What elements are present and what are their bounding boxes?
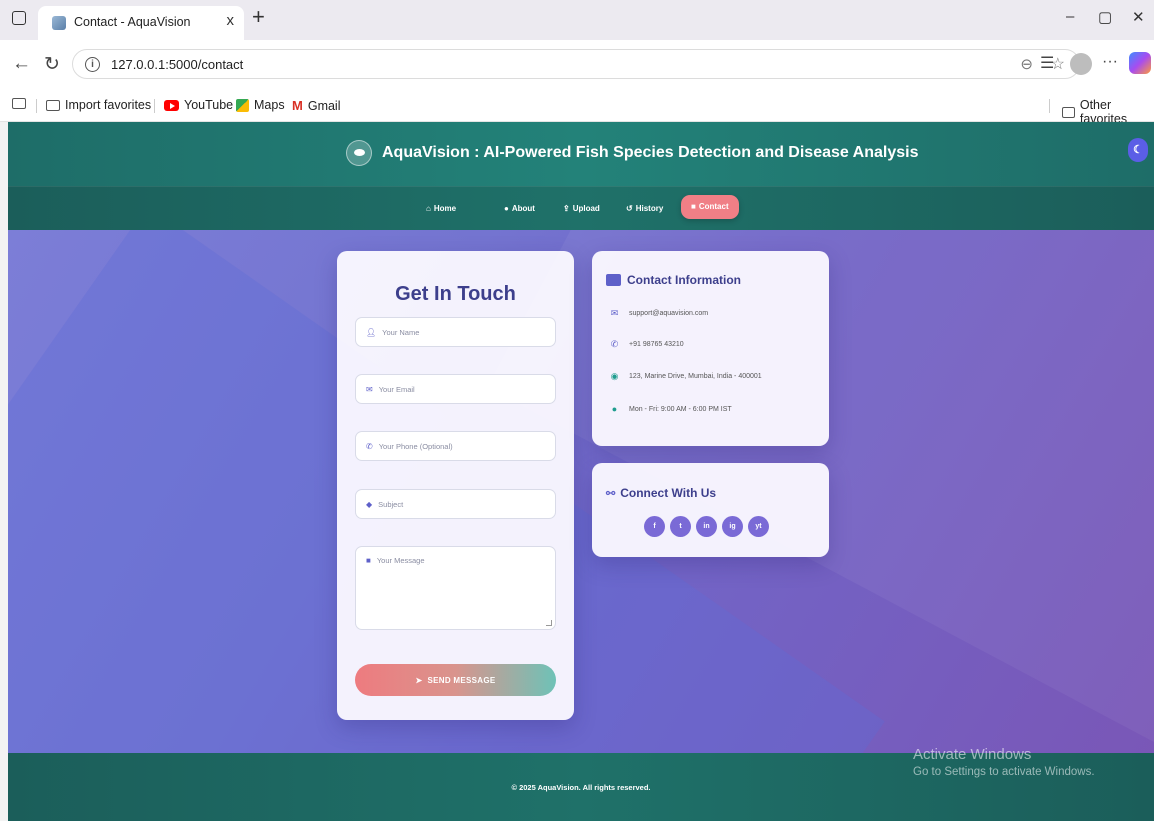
site-title: AquaVision : AI-Powered Fish Species Det… bbox=[382, 144, 919, 161]
address-bar-row: ← ↻ i 127.0.0.1:5000/contact ⊖ ☆ ☰ ··· bbox=[0, 40, 1154, 90]
import-icon bbox=[46, 99, 60, 111]
home-icon: ⌂ bbox=[426, 204, 431, 213]
envelope-icon: ✉ bbox=[610, 308, 619, 318]
window-close-icon[interactable]: ✕ bbox=[1132, 8, 1145, 26]
youtube-icon[interactable]: yt bbox=[748, 516, 769, 537]
upload-icon: ⇪ bbox=[563, 204, 570, 213]
theme-toggle-button[interactable]: ☾ bbox=[1128, 138, 1148, 162]
twitter-icon[interactable]: t bbox=[670, 516, 691, 537]
tab-title: Contact - AquaVision bbox=[74, 15, 191, 29]
nav-home[interactable]: ⌂ Home bbox=[426, 204, 456, 213]
subject-input[interactable]: ◆ Subject bbox=[355, 489, 556, 519]
minimize-icon[interactable]: – bbox=[1066, 8, 1074, 25]
envelope-icon: ■ bbox=[691, 202, 696, 211]
refresh-icon[interactable]: ↻ bbox=[44, 53, 60, 76]
bookmark-import-favorites[interactable]: Import favorites bbox=[46, 98, 151, 112]
contact-info-card: Contact Information ✉ support@aquavision… bbox=[592, 251, 829, 446]
contact-address-row: ◉ 123, Marine Drive, Mumbai, India - 400… bbox=[610, 371, 762, 381]
nav-upload[interactable]: ⇪ Upload bbox=[563, 204, 600, 213]
info-icon: ● bbox=[504, 204, 509, 213]
address-card-icon bbox=[606, 274, 621, 286]
user-icon: 👤︎ bbox=[366, 327, 377, 337]
contact-info-title: Contact Information bbox=[606, 273, 741, 287]
address-bar[interactable]: i 127.0.0.1:5000/contact ⊖ ☆ bbox=[72, 49, 1080, 79]
folder-icon bbox=[1062, 106, 1075, 118]
form-title: Get In Touch bbox=[395, 283, 516, 305]
tab-actions-icon[interactable] bbox=[12, 11, 26, 25]
connect-card: ⚯ Connect With Us f t in ig yt bbox=[592, 463, 829, 557]
nav-history[interactable]: ↺ History bbox=[626, 204, 663, 213]
contact-phone-row: ✆ +91 98765 43210 bbox=[610, 339, 684, 349]
envelope-icon: ✉ bbox=[366, 384, 373, 394]
nav-contact[interactable]: ■ Contact bbox=[681, 195, 739, 219]
linkedin-icon[interactable]: in bbox=[696, 516, 717, 537]
activate-windows-title: Activate Windows bbox=[913, 746, 1032, 763]
facebook-icon[interactable]: f bbox=[644, 516, 665, 537]
footer-copyright: © 2025 AquaVision. All rights reserved. bbox=[511, 783, 651, 792]
copilot-icon[interactable] bbox=[1129, 52, 1151, 74]
url-text[interactable]: 127.0.0.1:5000/contact bbox=[111, 57, 243, 72]
tab-close-icon[interactable]: x bbox=[227, 12, 235, 29]
browser-tab-bar: Contact - AquaVision x + – ▢ ✕ bbox=[0, 0, 1154, 40]
windows-activation-watermark: Activate Windows Go to Settings to activ… bbox=[913, 746, 1095, 778]
zoom-icon[interactable]: ⊖ bbox=[1020, 55, 1033, 73]
tag-icon: ◆ bbox=[366, 499, 373, 509]
resize-handle[interactable] bbox=[546, 620, 552, 626]
history-icon: ↺ bbox=[626, 204, 633, 213]
bookmark-maps[interactable]: Maps bbox=[236, 98, 285, 112]
back-icon[interactable]: ← bbox=[12, 53, 31, 75]
collections-icon[interactable] bbox=[12, 98, 26, 109]
name-input[interactable]: 👤︎ Your Name bbox=[355, 317, 556, 347]
contact-hours-row: ● Mon - Fri: 9:00 AM - 6:00 PM IST bbox=[611, 404, 732, 414]
social-links: f t in ig yt bbox=[644, 516, 769, 537]
browser-tab[interactable]: Contact - AquaVision x bbox=[38, 6, 244, 40]
gmail-icon: M bbox=[292, 98, 303, 113]
restore-icon[interactable]: ▢ bbox=[1098, 8, 1112, 26]
profile-avatar[interactable] bbox=[1070, 53, 1092, 75]
share-nodes-icon: ⚯ bbox=[606, 487, 616, 500]
instagram-icon[interactable]: ig bbox=[722, 516, 743, 537]
contact-form-card: Get In Touch 👤︎ Your Name ✉ Your Email ✆… bbox=[337, 251, 574, 720]
site-info-icon[interactable]: i bbox=[85, 57, 100, 72]
phone-icon: ✆ bbox=[610, 339, 619, 349]
bookmark-youtube[interactable]: YouTube bbox=[164, 98, 233, 112]
nav-about[interactable]: ● About bbox=[504, 204, 535, 213]
paper-plane-icon: ➤ bbox=[415, 675, 423, 685]
bookmarks-bar: Import favorites YouTube Maps M Gmail Oth… bbox=[0, 90, 1154, 126]
clock-icon: ● bbox=[611, 404, 618, 414]
main-nav: ⌂ Home ● About ⇪ Upload ↺ History ■ Contact bbox=[8, 186, 1154, 230]
phone-icon: ✆ bbox=[366, 441, 373, 451]
more-options-icon[interactable]: ··· bbox=[1102, 53, 1118, 71]
favorites-list-icon[interactable]: ☰ bbox=[1040, 53, 1054, 73]
comment-icon: ■ bbox=[366, 556, 371, 565]
email-input[interactable]: ✉ Your Email bbox=[355, 374, 556, 404]
site-favicon-icon bbox=[52, 16, 66, 30]
activate-windows-subtitle: Go to Settings to activate Windows. bbox=[913, 766, 1095, 778]
contact-email-row: ✉ support@aquavision.com bbox=[610, 308, 709, 318]
site-header: AquaVision : AI-Powered Fish Species Det… bbox=[8, 122, 1154, 186]
message-textarea[interactable]: ■ Your Message bbox=[355, 546, 556, 630]
maps-icon bbox=[236, 98, 249, 112]
map-marker-icon: ◉ bbox=[610, 371, 619, 381]
youtube-icon bbox=[164, 99, 179, 111]
fish-logo-icon bbox=[346, 140, 372, 166]
phone-input[interactable]: ✆ Your Phone (Optional) bbox=[355, 431, 556, 461]
new-tab-icon[interactable]: + bbox=[252, 4, 265, 30]
bookmark-gmail[interactable]: M Gmail bbox=[292, 98, 341, 113]
connect-title: ⚯ Connect With Us bbox=[606, 486, 717, 500]
send-message-button[interactable]: ➤ SEND MESSAGE bbox=[355, 664, 556, 696]
page-viewport: AquaVision : AI-Powered Fish Species Det… bbox=[8, 122, 1154, 821]
